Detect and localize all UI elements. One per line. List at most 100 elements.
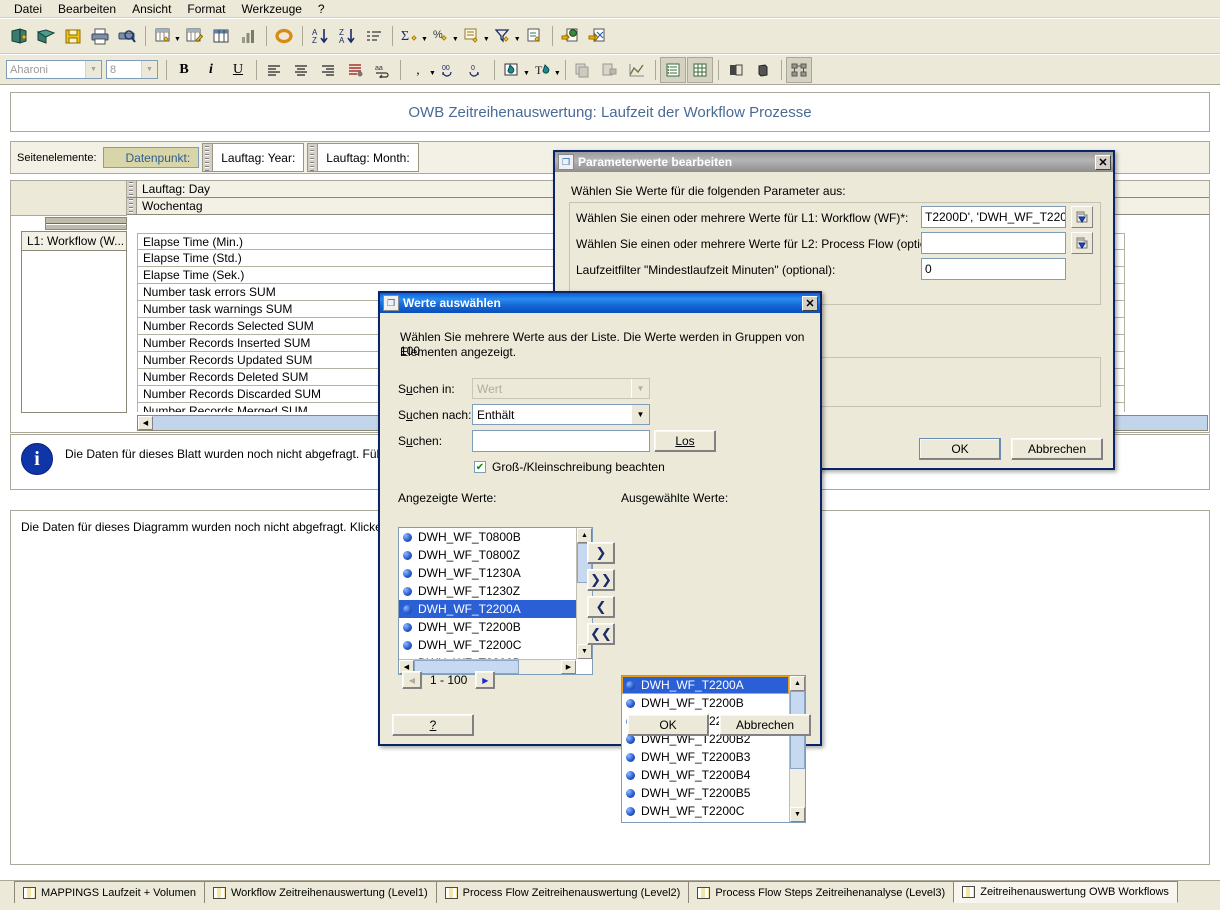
open-workbook-icon[interactable] [33, 23, 59, 49]
menu-bar[interactable]: Datei Bearbeiten Ansicht Format Werkzeug… [0, 0, 1220, 18]
fill-color-icon[interactable] [499, 57, 525, 83]
workflow-picker-button[interactable] [1071, 206, 1093, 228]
workbook-tab-processflowsteps-level3[interactable]: Process Flow Steps Zeitreihenanalyse (Le… [688, 881, 955, 903]
list-item[interactable]: DWH_WF_T2200B5 [622, 784, 789, 802]
left-row-pane[interactable] [21, 251, 127, 413]
bar-style-icon[interactable] [723, 57, 749, 83]
drag-handle-icon[interactable] [127, 181, 137, 197]
chevron-down-icon[interactable]: ▼ [631, 405, 649, 424]
search-go-button[interactable]: Los [654, 430, 716, 452]
oracle-icon[interactable] [271, 23, 297, 49]
list-item[interactable]: DWH_WF_T2200A [399, 600, 576, 618]
workbook-tab-workflow-level1[interactable]: Workflow Zeitreihenauswertung (Level1) [204, 881, 437, 903]
menu-item-datei[interactable]: Datei [6, 1, 50, 17]
scroll-left-icon[interactable]: ◀ [138, 416, 153, 430]
left-dimension-handle[interactable] [45, 217, 127, 230]
scroll-down-icon[interactable]: ▼ [790, 807, 805, 822]
new-workbook-icon[interactable] [6, 23, 32, 49]
values-cancel-button[interactable]: Abbrechen [719, 714, 811, 736]
page-item-lauftag-year[interactable]: Lauftag: Year: [202, 143, 305, 172]
underline-icon[interactable]: U [225, 57, 251, 83]
new-sheet-icon[interactable] [150, 23, 176, 49]
menu-item-help[interactable]: ? [310, 1, 333, 17]
selected-list-vertical-scrollbar[interactable]: ▲ ▼ [789, 676, 805, 822]
print-icon[interactable] [87, 23, 113, 49]
values-ok-button[interactable]: OK [627, 714, 709, 736]
export-file-icon[interactable] [584, 23, 610, 49]
list-item[interactable]: DWH_WF_T2200A [622, 676, 789, 694]
parameter-ok-button[interactable]: OK [919, 438, 1001, 460]
list-item[interactable]: DWH_WF_T2200B3 [622, 748, 789, 766]
list-item[interactable]: DWH_WF_T2200B [399, 618, 576, 636]
list-item[interactable]: DWH_WF_T2200C [622, 802, 789, 820]
drag-handle-icon[interactable] [308, 144, 319, 171]
bold-icon[interactable]: B [171, 57, 197, 83]
list-item[interactable]: DWH_WF_T0800B [399, 528, 576, 546]
processflow-picker-button[interactable] [1071, 232, 1093, 254]
workflow-value-input[interactable]: T2200D', 'DWH_WF_T2200E' [921, 206, 1066, 228]
chevron-down-icon[interactable]: ▼ [523, 70, 530, 77]
main-toolbar[interactable]: ▼ AZ ZA Σ ▼ % ▼ ▼ ▼ [0, 19, 1220, 54]
align-fill-icon[interactable] [342, 57, 368, 83]
totals-icon[interactable]: Σ [397, 23, 423, 49]
processflow-value-input[interactable] [921, 232, 1066, 254]
close-icon[interactable]: ✕ [802, 295, 818, 311]
chart-format-icon[interactable] [624, 57, 650, 83]
move-all-right-button[interactable]: ❯❯ [587, 569, 615, 591]
page-item-datenpunkt[interactable]: Datenpunkt: [102, 147, 200, 168]
chevron-down-icon[interactable]: ▼ [174, 36, 181, 43]
crosstab-icon[interactable] [208, 23, 234, 49]
next-page-button[interactable]: ▶ [475, 671, 496, 689]
menu-item-bearbeiten[interactable]: Bearbeiten [50, 1, 124, 17]
list-item[interactable]: DWH_WF_T2200B [622, 694, 789, 712]
layout-icon[interactable] [785, 56, 812, 83]
chevron-down-icon[interactable]: ▼ [452, 36, 459, 43]
scroll-up-icon[interactable]: ▲ [577, 528, 592, 543]
chevron-down-icon[interactable]: ▼ [554, 70, 561, 77]
chevron-down-icon[interactable]: ▼ [421, 36, 428, 43]
scroll-down-icon[interactable]: ▼ [577, 644, 592, 659]
chevron-down-icon[interactable]: ▼ [631, 379, 649, 398]
list-item[interactable]: DWH_WF_T1230A [399, 564, 576, 582]
list-item[interactable]: DWH_WF_T2200C [399, 636, 576, 654]
chevron-down-icon[interactable]: ▼ [141, 61, 157, 78]
menu-item-ansicht[interactable]: Ansicht [124, 1, 179, 17]
move-left-button[interactable]: ❮ [587, 596, 615, 618]
workbook-tab-mappings[interactable]: MAPPINGS Laufzeit + Volumen [14, 881, 205, 903]
save-workbook-icon[interactable] [60, 23, 86, 49]
cube-style-icon[interactable] [750, 57, 776, 83]
list-view-icon[interactable] [659, 56, 686, 83]
chevron-down-icon[interactable]: ▼ [429, 70, 436, 77]
print-preview-icon[interactable] [114, 23, 140, 49]
edit-sheet-icon[interactable] [181, 23, 207, 49]
export-html-icon[interactable] [557, 23, 583, 49]
sort-asc-icon[interactable]: AZ [307, 23, 333, 49]
chevron-down-icon[interactable]: ▼ [514, 36, 521, 43]
workbook-tab-bar[interactable]: MAPPINGS Laufzeit + Volumen Workflow Zei… [0, 880, 1220, 910]
drag-handle-icon[interactable] [203, 144, 214, 171]
runtime-filter-input[interactable]: 0 [921, 258, 1066, 280]
list-item[interactable]: DWH_WF_T0800Z [399, 546, 576, 564]
chevron-down-icon[interactable]: ▼ [85, 61, 101, 78]
align-left-icon[interactable] [261, 57, 287, 83]
remove-decimal-icon[interactable]: 0 [463, 57, 489, 83]
available-values-list[interactable]: DWH_WF_T0800B DWH_WF_T0800Z DWH_WF_T1230… [398, 527, 593, 675]
sort-custom-icon[interactable] [361, 23, 387, 49]
scroll-right-icon[interactable]: ▶ [561, 660, 576, 674]
add-decimal-icon[interactable]: 00 [436, 57, 462, 83]
list-item[interactable]: DWH_WF_T2200B4 [622, 766, 789, 784]
workbook-tab-owb-workflows[interactable]: Zeitreihenauswertung OWB Workflows [953, 881, 1178, 903]
calculation-icon[interactable] [459, 23, 485, 49]
scrollbar-track[interactable] [790, 691, 805, 807]
select-values-dialog[interactable]: ❒ Werte auswählen ✕ Wählen Sie mehrere W… [378, 291, 822, 823]
move-right-button[interactable]: ❯ [587, 542, 615, 564]
selected-values-list[interactable]: DWH_WF_T2200A DWH_WF_T2200B DWH_WF_T2200… [621, 675, 806, 823]
search-in-select[interactable]: Wert ▼ [472, 378, 650, 399]
search-input[interactable] [472, 430, 650, 452]
case-sensitive-checkbox[interactable]: ✔ [474, 461, 486, 473]
parameter-dialog-titlebar[interactable]: ❒ Parameterwerte bearbeiten ✕ [555, 152, 1113, 172]
wrap-text-icon[interactable]: aa [369, 57, 395, 83]
formatting-toolbar[interactable]: Aharoni ▼ 8 ▼ B i U aa , ▼ 00 0 ▼ T ▼ [0, 55, 1220, 85]
parameter-cancel-button[interactable]: Abbrechen [1011, 438, 1103, 460]
list-item[interactable]: DWH_WF_T2200D [622, 820, 789, 822]
